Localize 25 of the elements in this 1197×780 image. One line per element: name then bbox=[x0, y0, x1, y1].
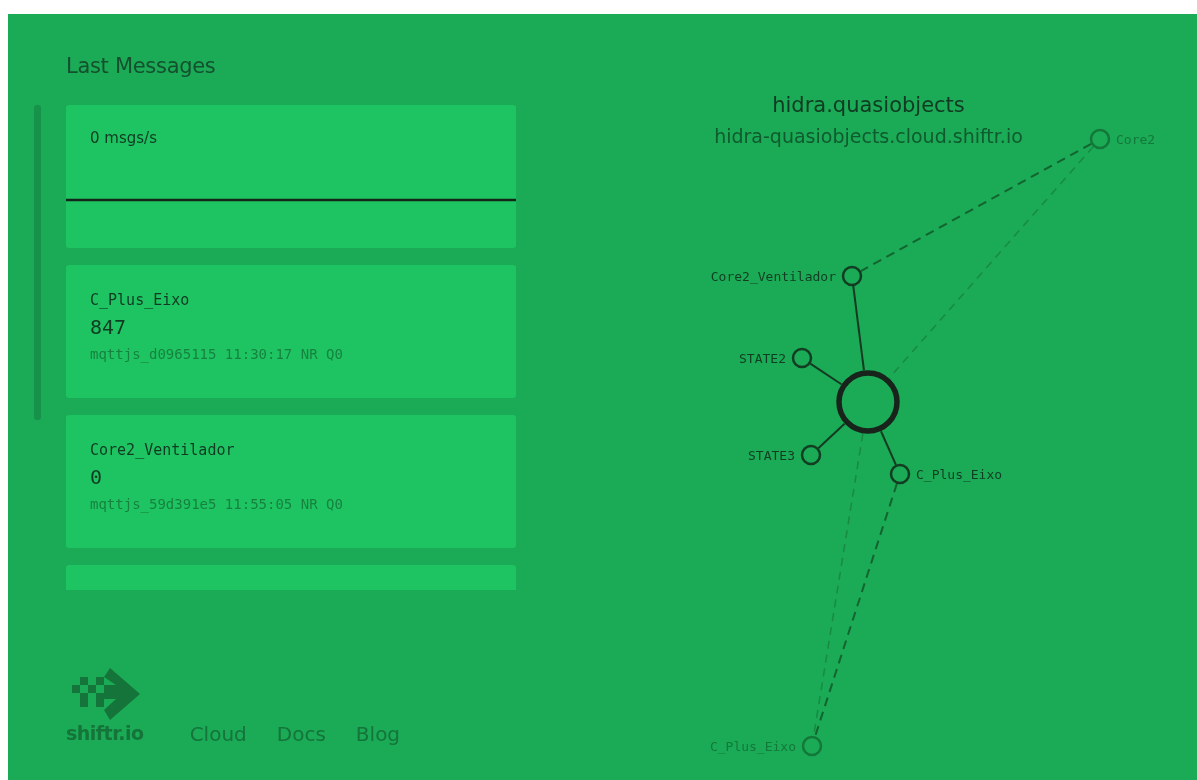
namespace-title: hidra.quasiobjects bbox=[772, 93, 965, 117]
node-label: STATE2 bbox=[739, 351, 786, 366]
message-topic: Core2_Ventilador bbox=[90, 441, 235, 459]
logo-icon bbox=[72, 668, 140, 720]
message-topic: C_Plus_Eixo bbox=[90, 291, 190, 309]
section-heading: Last Messages bbox=[66, 54, 217, 80]
node-label: C_Plus_Eixo bbox=[916, 467, 1003, 482]
message-payload: 0 bbox=[90, 465, 103, 489]
graph-node[interactable] bbox=[800, 444, 822, 466]
graph-edge bbox=[809, 362, 843, 386]
graph-edge bbox=[880, 430, 897, 466]
message-meta: mqttjs_d0965115 11:30:17 NR Q0 bbox=[90, 346, 343, 362]
scrollbar[interactable] bbox=[34, 105, 41, 420]
message-rate: 0 msgs/s bbox=[90, 129, 157, 147]
message-meta: mqttjs_59d391e5 11:55:05 NR Q0 bbox=[90, 496, 343, 512]
graph-node[interactable] bbox=[889, 463, 911, 485]
namespace-url: hidra-quasiobjects.cloud.shiftr.io bbox=[714, 125, 1023, 147]
node-label: Core2_Ventilador bbox=[710, 269, 836, 284]
graph-node[interactable] bbox=[801, 735, 823, 757]
message-payload: 847 bbox=[90, 315, 127, 339]
graph-node[interactable] bbox=[791, 347, 813, 369]
graph-node[interactable] bbox=[841, 265, 863, 287]
hub-node[interactable] bbox=[836, 370, 900, 434]
node-label: STATE3 bbox=[748, 448, 795, 463]
graph-node[interactable] bbox=[1089, 128, 1111, 150]
